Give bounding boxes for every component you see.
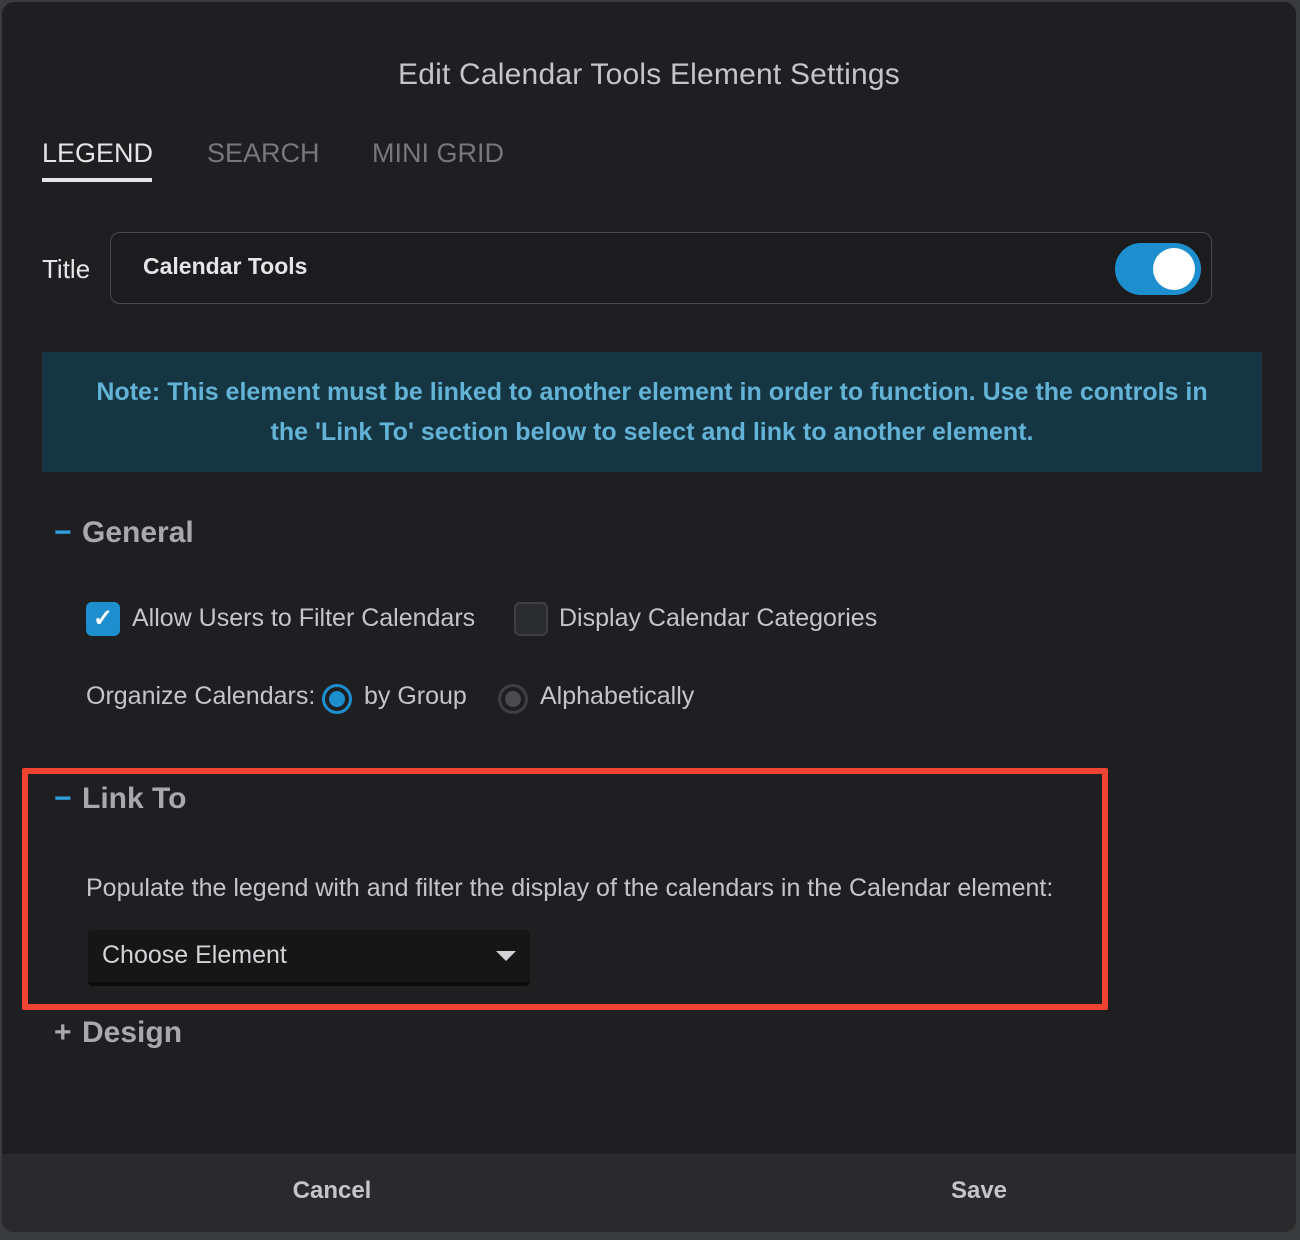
section-general-label: General [82, 516, 194, 549]
display-categories-checkbox[interactable] [514, 602, 548, 636]
tab-search[interactable]: SEARCH [207, 138, 320, 169]
organize-by-group-radio[interactable] [322, 684, 352, 714]
expand-icon: + [54, 1016, 72, 1049]
allow-filter-checkbox[interactable]: ✓ [86, 602, 120, 636]
organize-alphabetically-radio[interactable] [498, 684, 528, 714]
choose-element-value: Choose Element [102, 941, 287, 969]
tab-legend[interactable]: LEGEND [42, 138, 153, 169]
toggle-knob [1153, 248, 1195, 290]
allow-filter-label[interactable]: Allow Users to Filter Calendars [132, 604, 475, 633]
link-note-text: Note: This element must be linked to ano… [96, 378, 1208, 446]
title-input[interactable]: Calendar Tools [143, 253, 307, 280]
radio-dot [329, 691, 345, 707]
tab-mini-grid[interactable]: MINI GRID [372, 138, 504, 169]
organize-alphabetically-label[interactable]: Alphabetically [540, 682, 694, 711]
organize-by-group-label[interactable]: by Group [364, 682, 467, 711]
section-link-to-label: Link To [82, 782, 187, 815]
section-link-to-header[interactable]: − Link To [54, 782, 186, 816]
link-note-banner: Note: This element must be linked to ano… [42, 352, 1262, 472]
title-field[interactable]: Calendar Tools [110, 232, 1212, 304]
choose-element-select[interactable]: Choose Element [88, 930, 530, 986]
cancel-button[interactable]: Cancel [2, 1154, 662, 1232]
save-button[interactable]: Save [662, 1154, 1296, 1232]
active-tab-indicator [42, 178, 152, 182]
settings-dialog: Edit Calendar Tools Element Settings LEG… [2, 2, 1296, 1232]
dialog-title: Edit Calendar Tools Element Settings [398, 58, 900, 91]
dialog-footer: Cancel Save [2, 1154, 1296, 1232]
collapse-icon: − [54, 516, 72, 549]
title-label: Title [42, 254, 91, 284]
section-design-header[interactable]: + Design [54, 1016, 182, 1050]
title-visibility-toggle[interactable] [1115, 243, 1201, 295]
link-to-description: Populate the legend with and filter the … [86, 874, 1054, 902]
section-design-label: Design [82, 1016, 183, 1049]
checkmark-icon: ✓ [92, 605, 114, 632]
collapse-icon: − [54, 782, 72, 815]
organize-calendars-label: Organize Calendars: [86, 682, 316, 710]
radio-dot [505, 691, 521, 707]
section-general-header[interactable]: − General [54, 516, 194, 550]
display-categories-label[interactable]: Display Calendar Categories [559, 604, 877, 633]
chevron-down-icon [496, 951, 516, 961]
